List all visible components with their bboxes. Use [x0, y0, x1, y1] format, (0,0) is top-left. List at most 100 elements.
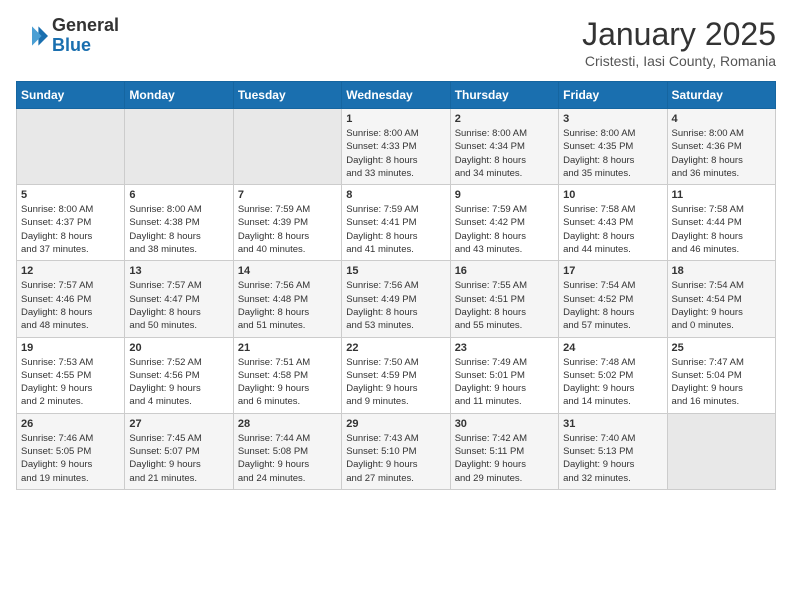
- day-number: 1: [346, 113, 445, 125]
- day-cell: 14Sunrise: 7:56 AM Sunset: 4:48 PM Dayli…: [233, 261, 341, 337]
- day-info: Sunrise: 7:54 AM Sunset: 4:52 PM Dayligh…: [563, 279, 662, 332]
- day-cell: 29 Sunrise: 7:43 AM Sunset: 5:10 PM Dayli…: [342, 413, 450, 489]
- day-cell: 15 Sunrise: 7:56 AM Sunset: 4:49 PM Dayli…: [342, 261, 450, 337]
- week-row-4: 26 Sunrise: 7:46 AM Sunset: 5:05 PM Dayli…: [17, 413, 776, 489]
- day-number: 5: [21, 189, 120, 201]
- day-info: Sunrise: 7:46 AM Sunset: 5:05 PM Dayligh…: [21, 432, 120, 485]
- day-info: Sunrise: 8:00 AM Sunset: 4:34 PM Dayligh…: [455, 127, 554, 180]
- day-info: Sunrise: 7:43 AM Sunset: 5:10 PM Dayligh…: [346, 432, 445, 485]
- day-number: 28: [238, 418, 337, 430]
- day-cell: 31Sunrise: 7:40 AM Sunset: 5:13 PM Dayli…: [559, 413, 667, 489]
- logo-icon: [16, 20, 48, 52]
- day-info: Sunrise: 7:54 AM Sunset: 4:54 PM Dayligh…: [672, 279, 771, 332]
- logo-text: General Blue: [52, 16, 119, 56]
- day-cell: 2Sunrise: 8:00 AM Sunset: 4:34 PM Daylig…: [450, 109, 558, 185]
- day-info: Sunrise: 7:57 AM Sunset: 4:47 PM Dayligh…: [129, 279, 228, 332]
- header-sunday: Sunday: [17, 82, 125, 109]
- day-info: Sunrise: 7:56 AM Sunset: 4:49 PM Dayligh…: [346, 279, 445, 332]
- calendar-header: SundayMondayTuesdayWednesdayThursdayFrid…: [17, 82, 776, 109]
- day-cell: 17 Sunrise: 7:54 AM Sunset: 4:52 PM Dayli…: [559, 261, 667, 337]
- day-cell: 7 Sunrise: 7:59 AM Sunset: 4:39 PM Daylig…: [233, 185, 341, 261]
- day-cell: 1 Sunrise: 8:00 AM Sunset: 4:33 PM Daylig…: [342, 109, 450, 185]
- day-number: 10: [563, 189, 662, 201]
- logo: General Blue: [16, 16, 119, 56]
- day-number: 22: [346, 342, 445, 354]
- day-number: 17: [563, 265, 662, 277]
- page-header: General Blue January 2025 Cristesti, Ias…: [16, 16, 776, 69]
- calendar-body: 1 Sunrise: 8:00 AM Sunset: 4:33 PM Daylig…: [17, 109, 776, 490]
- day-info: Sunrise: 7:40 AM Sunset: 5:13 PM Dayligh…: [563, 432, 662, 485]
- day-info: Sunrise: 7:59 AM Sunset: 4:39 PM Dayligh…: [238, 203, 337, 256]
- day-info: Sunrise: 8:00 AM Sunset: 4:35 PM Dayligh…: [563, 127, 662, 180]
- day-cell: [233, 109, 341, 185]
- day-number: 7: [238, 189, 337, 201]
- day-number: 3: [563, 113, 662, 125]
- day-number: 29: [346, 418, 445, 430]
- day-cell: 25Sunrise: 7:47 AM Sunset: 5:04 PM Dayli…: [667, 337, 775, 413]
- day-cell: 18 Sunrise: 7:54 AM Sunset: 4:54 PM Dayli…: [667, 261, 775, 337]
- day-info: Sunrise: 8:00 AM Sunset: 4:33 PM Dayligh…: [346, 127, 445, 180]
- day-number: 24: [563, 342, 662, 354]
- day-number: 6: [129, 189, 228, 201]
- day-info: Sunrise: 7:59 AM Sunset: 4:42 PM Dayligh…: [455, 203, 554, 256]
- day-number: 27: [129, 418, 228, 430]
- day-number: 14: [238, 265, 337, 277]
- day-number: 9: [455, 189, 554, 201]
- header-saturday: Saturday: [667, 82, 775, 109]
- day-number: 8: [346, 189, 445, 201]
- day-number: 26: [21, 418, 120, 430]
- day-cell: 30Sunrise: 7:42 AM Sunset: 5:11 PM Dayli…: [450, 413, 558, 489]
- header-friday: Friday: [559, 82, 667, 109]
- day-number: 16: [455, 265, 554, 277]
- day-number: 21: [238, 342, 337, 354]
- day-cell: 9 Sunrise: 7:59 AM Sunset: 4:42 PM Daylig…: [450, 185, 558, 261]
- day-cell: 19 Sunrise: 7:53 AM Sunset: 4:55 PM Dayli…: [17, 337, 125, 413]
- location: Cristesti, Iasi County, Romania: [582, 53, 776, 69]
- header-thursday: Thursday: [450, 82, 558, 109]
- day-cell: 12 Sunrise: 7:57 AM Sunset: 4:46 PM Dayli…: [17, 261, 125, 337]
- day-cell: [17, 109, 125, 185]
- day-cell: 6 Sunrise: 8:00 AM Sunset: 4:38 PM Daylig…: [125, 185, 233, 261]
- week-row-0: 1 Sunrise: 8:00 AM Sunset: 4:33 PM Daylig…: [17, 109, 776, 185]
- week-row-1: 5 Sunrise: 8:00 AM Sunset: 4:37 PM Daylig…: [17, 185, 776, 261]
- day-number: 11: [672, 189, 771, 201]
- day-number: 23: [455, 342, 554, 354]
- day-number: 19: [21, 342, 120, 354]
- day-cell: 10Sunrise: 7:58 AM Sunset: 4:43 PM Dayli…: [559, 185, 667, 261]
- day-number: 15: [346, 265, 445, 277]
- day-cell: 22 Sunrise: 7:50 AM Sunset: 4:59 PM Dayli…: [342, 337, 450, 413]
- day-info: Sunrise: 7:52 AM Sunset: 4:56 PM Dayligh…: [129, 356, 228, 409]
- day-number: 4: [672, 113, 771, 125]
- day-number: 20: [129, 342, 228, 354]
- day-number: 12: [21, 265, 120, 277]
- day-cell: 28 Sunrise: 7:44 AM Sunset: 5:08 PM Dayli…: [233, 413, 341, 489]
- calendar-table: SundayMondayTuesdayWednesdayThursdayFrid…: [16, 81, 776, 490]
- day-number: 13: [129, 265, 228, 277]
- month-title: January 2025: [582, 16, 776, 53]
- day-info: Sunrise: 7:57 AM Sunset: 4:46 PM Dayligh…: [21, 279, 120, 332]
- week-row-2: 12 Sunrise: 7:57 AM Sunset: 4:46 PM Dayli…: [17, 261, 776, 337]
- day-info: Sunrise: 7:53 AM Sunset: 4:55 PM Dayligh…: [21, 356, 120, 409]
- day-info: Sunrise: 8:00 AM Sunset: 4:37 PM Dayligh…: [21, 203, 120, 256]
- day-number: 25: [672, 342, 771, 354]
- day-info: Sunrise: 7:45 AM Sunset: 5:07 PM Dayligh…: [129, 432, 228, 485]
- day-info: Sunrise: 7:44 AM Sunset: 5:08 PM Dayligh…: [238, 432, 337, 485]
- day-info: Sunrise: 7:55 AM Sunset: 4:51 PM Dayligh…: [455, 279, 554, 332]
- day-cell: 13 Sunrise: 7:57 AM Sunset: 4:47 PM Dayli…: [125, 261, 233, 337]
- day-info: Sunrise: 7:50 AM Sunset: 4:59 PM Dayligh…: [346, 356, 445, 409]
- day-cell: 24Sunrise: 7:48 AM Sunset: 5:02 PM Dayli…: [559, 337, 667, 413]
- logo-blue: Blue: [52, 36, 119, 56]
- day-cell: [667, 413, 775, 489]
- day-info: Sunrise: 8:00 AM Sunset: 4:38 PM Dayligh…: [129, 203, 228, 256]
- day-cell: 23 Sunrise: 7:49 AM Sunset: 5:01 PM Dayli…: [450, 337, 558, 413]
- day-info: Sunrise: 7:58 AM Sunset: 4:44 PM Dayligh…: [672, 203, 771, 256]
- day-cell: 16 Sunrise: 7:55 AM Sunset: 4:51 PM Dayli…: [450, 261, 558, 337]
- day-number: 18: [672, 265, 771, 277]
- day-number: 30: [455, 418, 554, 430]
- day-cell: 26 Sunrise: 7:46 AM Sunset: 5:05 PM Dayli…: [17, 413, 125, 489]
- week-row-3: 19 Sunrise: 7:53 AM Sunset: 4:55 PM Dayli…: [17, 337, 776, 413]
- header-tuesday: Tuesday: [233, 82, 341, 109]
- day-info: Sunrise: 7:49 AM Sunset: 5:01 PM Dayligh…: [455, 356, 554, 409]
- header-wednesday: Wednesday: [342, 82, 450, 109]
- day-cell: 3 Sunrise: 8:00 AM Sunset: 4:35 PM Daylig…: [559, 109, 667, 185]
